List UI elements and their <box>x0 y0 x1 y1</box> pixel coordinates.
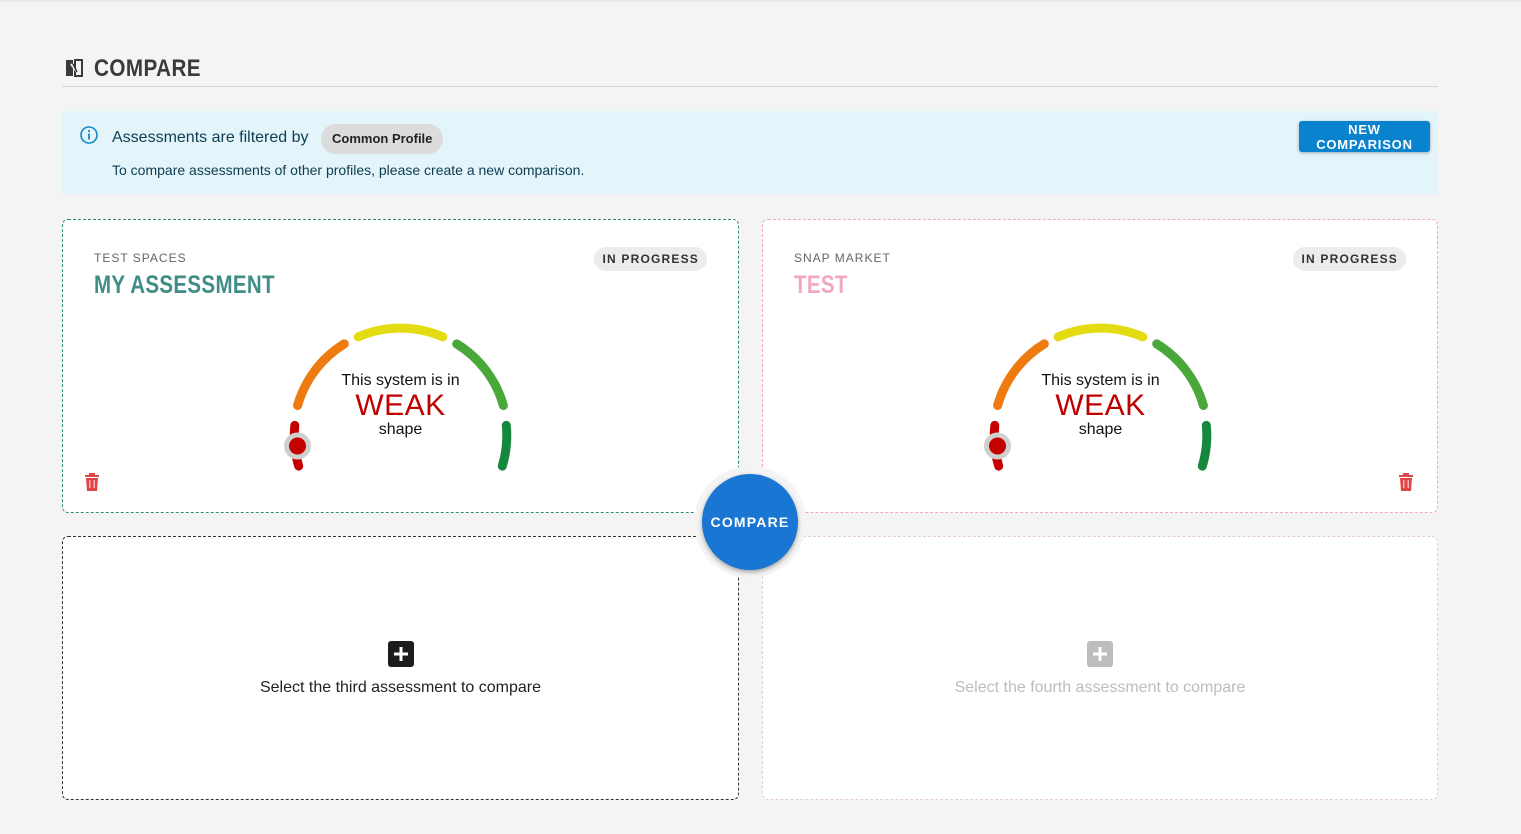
banner-title: Assessments are filtered by <box>112 129 309 146</box>
top-divider <box>0 0 1521 2</box>
empty-slot-fourth: Select the fourth assessment to compare <box>762 536 1438 800</box>
health-gauge: This system is in WEAK shape <box>278 316 523 476</box>
health-gauge: This system is in WEAK shape <box>978 316 1223 476</box>
status-badge: IN PROGRESS <box>594 247 707 271</box>
gauge-segment-yellow <box>353 323 448 342</box>
info-icon <box>80 126 98 144</box>
workspace-label: SNAP MARKET <box>794 251 891 265</box>
page-header: COMPARE <box>62 54 1438 87</box>
banner-subtitle: To compare assessments of other profiles… <box>112 162 585 178</box>
empty-slot-third[interactable]: Select the third assessment to compare <box>62 536 739 800</box>
add-square-icon[interactable] <box>387 641 414 667</box>
delete-trash-icon[interactable] <box>84 473 100 491</box>
assessment-name: MY ASSESSMENT <box>94 271 275 299</box>
gauge-label: This system is in WEAK shape <box>978 373 1223 438</box>
gauge-prefix: This system is in <box>341 372 460 389</box>
gauge-suffix: shape <box>1078 421 1123 438</box>
compare-icon <box>66 59 83 77</box>
gauge-prefix: This system is in <box>1041 372 1160 389</box>
assessment-name: TEST <box>794 271 848 299</box>
assessment-card-1[interactable]: TEST SPACES MY ASSESSMENT IN PROGRESS Th… <box>62 219 739 513</box>
status-badge: IN PROGRESS <box>1293 247 1406 271</box>
new-comparison-button[interactable]: NEW COMPARISON <box>1299 121 1430 152</box>
gauge-needle-marker <box>984 432 1011 460</box>
assessment-card-2[interactable]: SNAP MARKET TEST IN PROGRESS This system… <box>762 219 1438 513</box>
add-square-icon <box>1087 641 1113 667</box>
gauge-suffix: shape <box>378 421 423 438</box>
gauge-segment-yellow <box>1053 323 1148 342</box>
gauge-label: This system is in WEAK shape <box>278 373 523 438</box>
filter-info-banner: Assessments are filtered by Common Profi… <box>62 111 1438 194</box>
gauge-value: WEAK <box>355 389 446 422</box>
gauge-value: WEAK <box>1055 389 1146 422</box>
compare-button[interactable]: COMPARE <box>702 474 798 570</box>
profile-filter-chip: Common Profile <box>321 124 444 154</box>
page-title: COMPARE <box>94 55 201 82</box>
gauge-needle-marker <box>284 432 311 460</box>
delete-trash-icon[interactable] <box>1398 473 1414 491</box>
workspace-label: TEST SPACES <box>94 251 187 265</box>
select-third-label: Select the third assessment to compare <box>259 679 542 696</box>
select-fourth-label: Select the fourth assessment to compare <box>954 679 1246 696</box>
